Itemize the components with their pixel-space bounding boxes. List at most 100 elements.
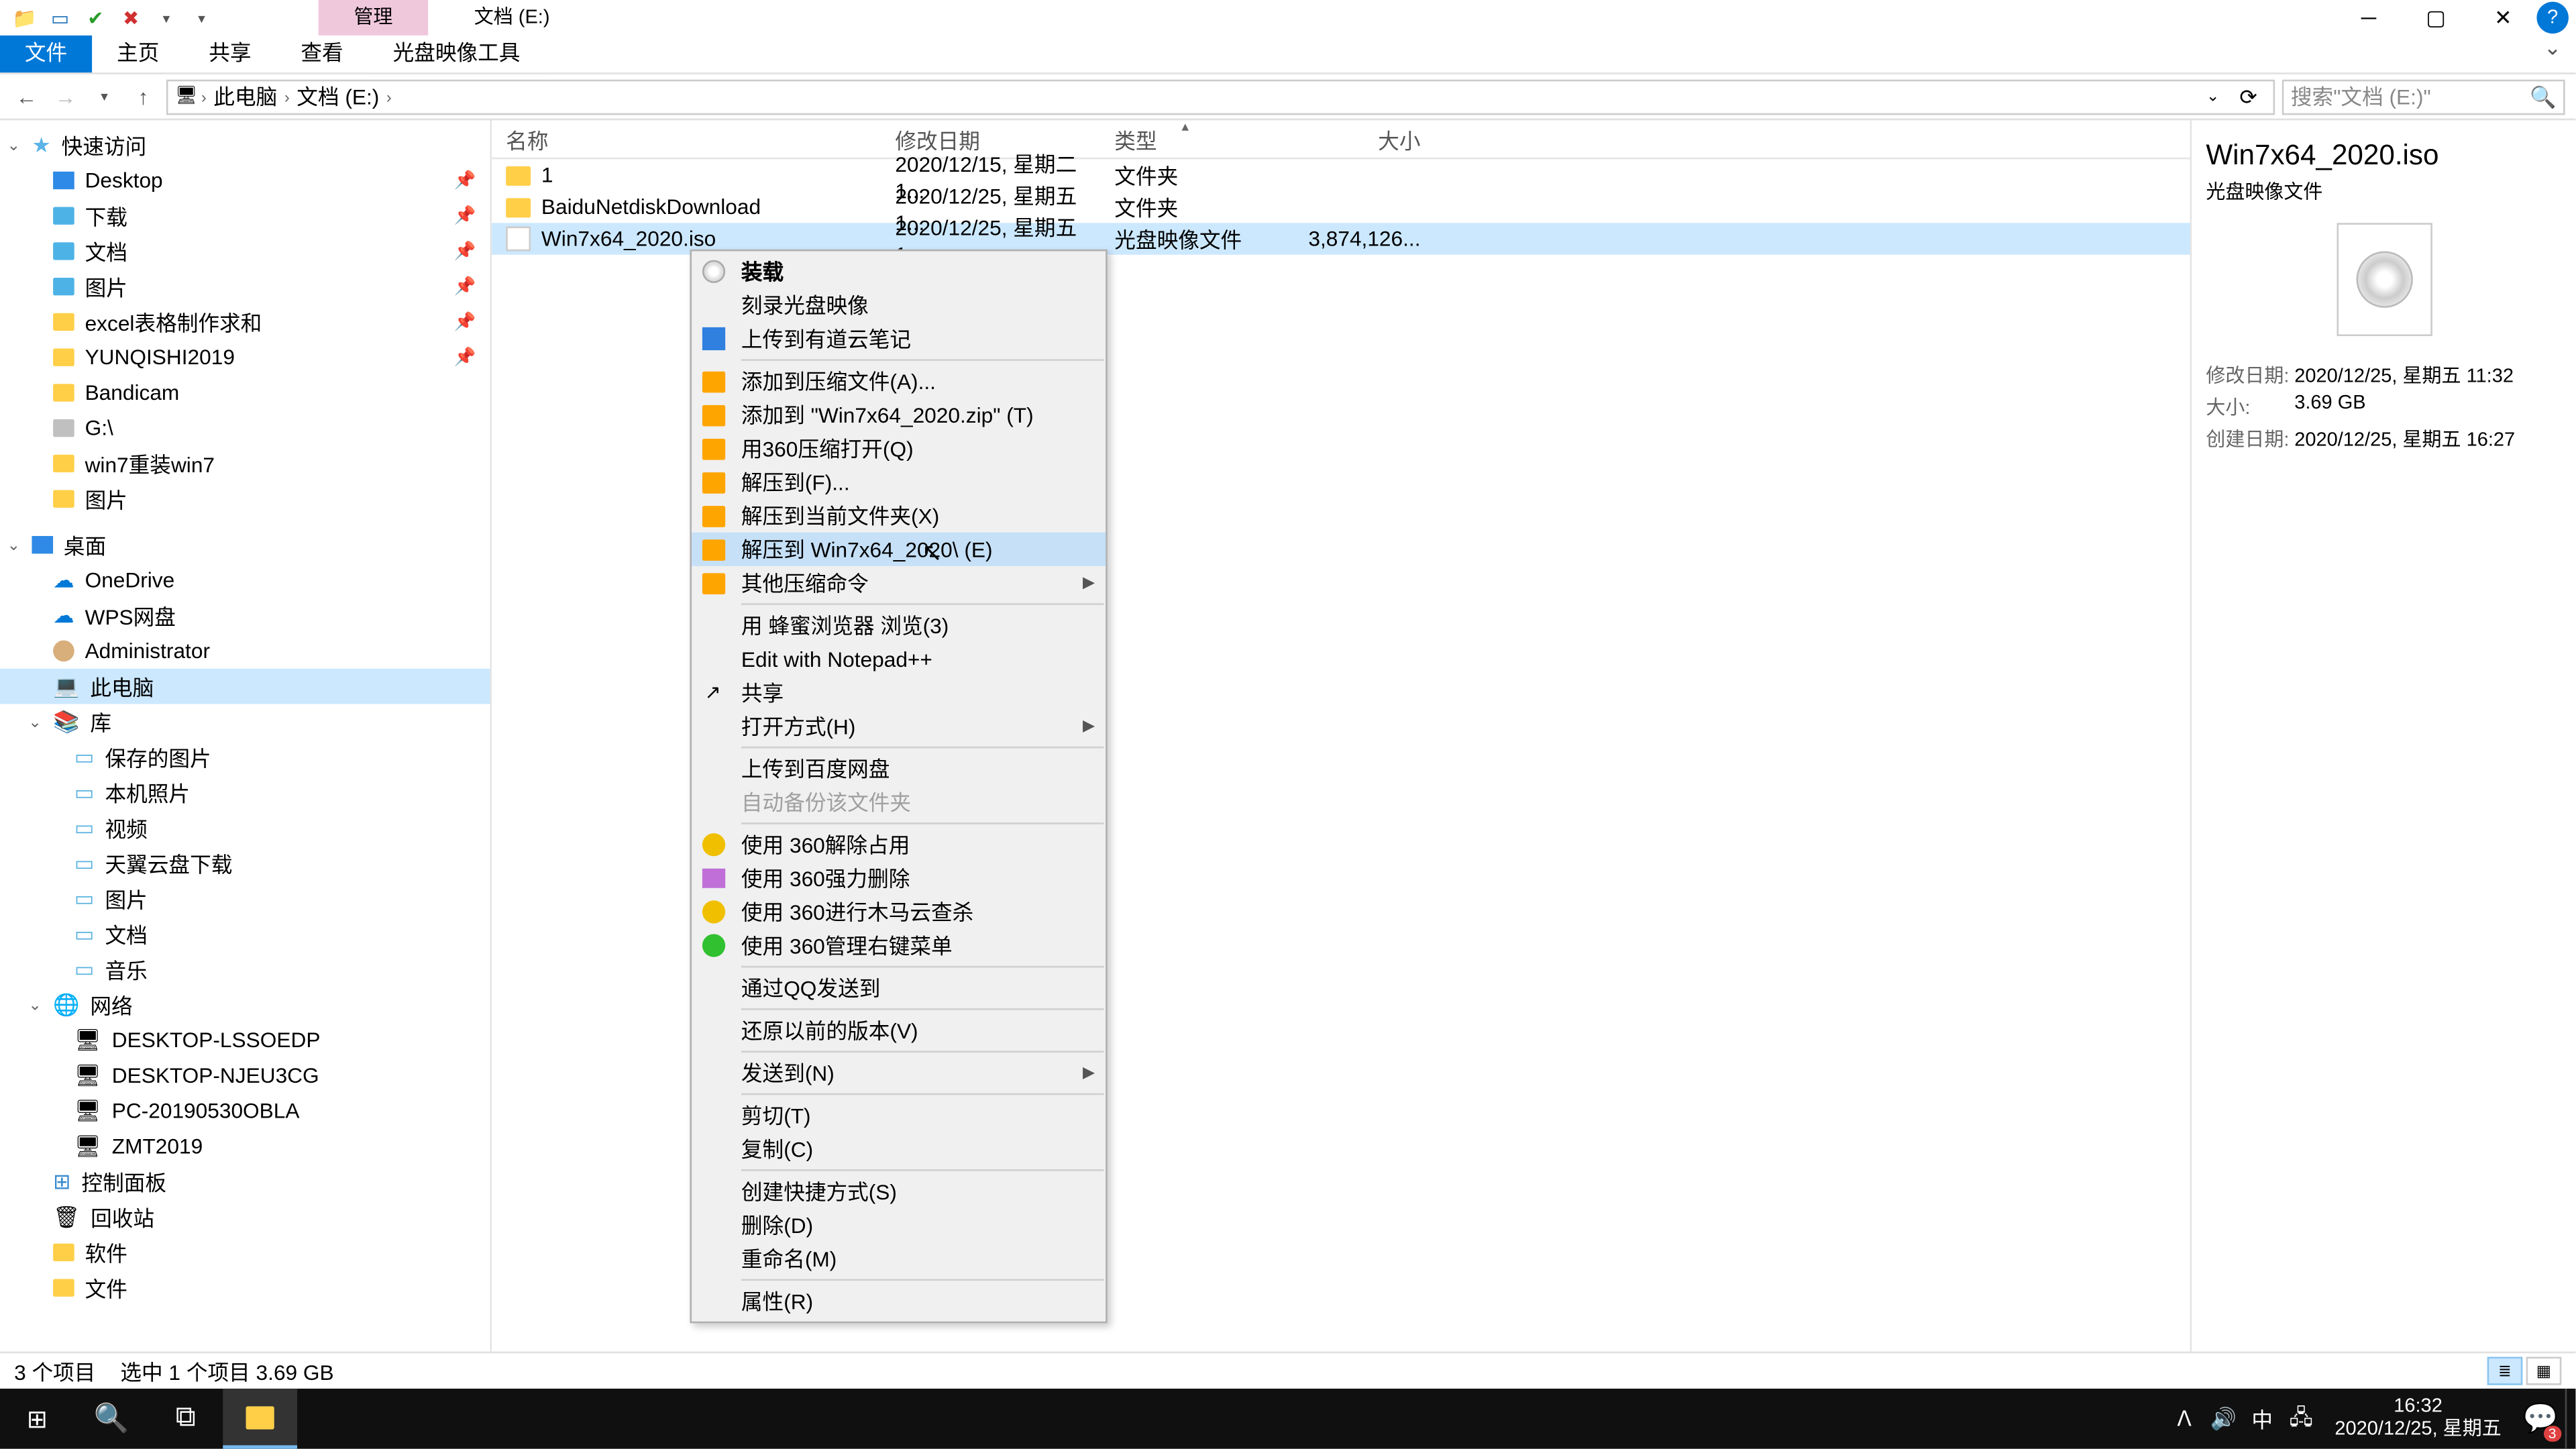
tree-this-pc[interactable]: 💻 此电脑 (0, 669, 490, 704)
ribbon-tab-home[interactable]: 主页 (92, 36, 184, 72)
chevron-right-icon[interactable]: › (284, 88, 290, 105)
volume-icon[interactable]: 🔊 (2204, 1389, 2243, 1449)
context-menu-item[interactable]: ↗共享 (692, 676, 1106, 709)
tree-item[interactable]: 🖥ZMT2019 (0, 1128, 490, 1164)
context-menu-item[interactable]: 使用 360进行木马云查杀 (692, 895, 1106, 928)
tree-desktop[interactable]: ⌄ 桌面 (0, 527, 490, 563)
chevron-down-icon[interactable]: ⌄ (7, 136, 21, 155)
taskbar-clock[interactable]: 16:32 2020/12/25, 星期五 (2320, 1396, 2516, 1442)
context-menu-item[interactable]: 解压到 Win7x64_2020\ (E) (692, 533, 1106, 566)
qat-check-icon[interactable]: ✔ (81, 3, 109, 32)
contextual-tab-manage[interactable]: 管理 (319, 0, 428, 36)
tree-item[interactable]: 🖥DESKTOP-NJEU3CG (0, 1058, 490, 1093)
tree-item[interactable]: 🖥PC-20190530OBLA (0, 1093, 490, 1129)
context-menu-item[interactable]: 用360压缩打开(Q) (692, 431, 1106, 465)
context-menu-item[interactable]: 发送到(N)▶ (692, 1056, 1106, 1089)
context-menu-item[interactable]: 重命名(M) (692, 1242, 1106, 1275)
context-menu-item[interactable]: 剪切(T) (692, 1099, 1106, 1132)
tree-network[interactable]: ⌄ 🌐 网络 (0, 987, 490, 1022)
context-menu-item[interactable]: 使用 360解除占用 (692, 828, 1106, 861)
tree-control-panel[interactable]: ⊞ 控制面板 (0, 1164, 490, 1199)
context-menu-item[interactable]: 装载 (692, 255, 1106, 288)
breadcrumb-bar[interactable]: 🖥 › 此电脑 › 文档 (E:) › ⌄ ⟳ (166, 78, 2275, 114)
show-desktop-button[interactable] (2565, 1389, 2576, 1449)
search-button[interactable]: 🔍 (74, 1389, 149, 1449)
ribbon-tab-disc-tools[interactable]: 光盘映像工具 (368, 36, 545, 72)
tree-item[interactable]: ☁WPS网盘 (0, 598, 490, 633)
context-menu-item[interactable]: 解压到当前文件夹(X) (692, 499, 1106, 533)
start-button[interactable]: ⊞ (0, 1389, 74, 1449)
context-menu-item[interactable]: 删除(D) (692, 1208, 1106, 1242)
tree-item[interactable]: win7重装win7 (0, 446, 490, 482)
context-menu-item[interactable]: 用 蜂蜜浏览器 浏览(3) (692, 608, 1106, 642)
file-row[interactable]: 12020/12/15, 星期二 1...文件夹 (492, 159, 2190, 191)
context-menu-item[interactable]: 创建快捷方式(S) (692, 1175, 1106, 1208)
ime-icon[interactable]: 中 (2243, 1389, 2282, 1449)
context-menu-item[interactable]: 使用 360强力删除 (692, 861, 1106, 895)
context-menu-item[interactable]: 使用 360管理右键菜单 (692, 928, 1106, 962)
chevron-down-icon[interactable]: ⌄ (28, 995, 42, 1014)
ribbon-tab-share[interactable]: 共享 (184, 36, 276, 72)
context-menu-item[interactable]: 还原以前的版本(V) (692, 1014, 1106, 1047)
chevron-down-icon[interactable]: ⌄ (7, 535, 21, 555)
network-tray-icon[interactable]: 🖧 (2282, 1389, 2320, 1449)
context-menu-item[interactable]: Edit with Notepad++ (692, 642, 1106, 676)
view-thumbnails-button[interactable]: ▦ (2526, 1357, 2562, 1385)
qat-overflow-icon[interactable]: ▾ (152, 3, 180, 32)
ribbon-expand-icon[interactable]: ⌄ (2530, 36, 2576, 72)
context-menu-item[interactable]: 其他压缩命令▶ (692, 566, 1106, 600)
context-menu-item[interactable]: 打开方式(H)▶ (692, 709, 1106, 743)
tree-files[interactable]: 文件 (0, 1270, 490, 1305)
address-dropdown-icon[interactable]: ⌄ (2196, 87, 2231, 106)
tree-item[interactable]: 图片 (0, 481, 490, 517)
search-input[interactable]: 搜索"文档 (E:)" 🔍 (2282, 78, 2565, 114)
column-header-size[interactable]: 大小 (1277, 120, 1436, 157)
file-row[interactable]: BaiduNetdiskDownload2020/12/25, 星期五 1...… (492, 191, 2190, 223)
tree-item[interactable]: ▭保存的图片 (0, 739, 490, 775)
tree-item[interactable]: YUNQISHI2019📌 (0, 339, 490, 375)
context-menu-item[interactable]: 上传到有道云笔记 (692, 322, 1106, 356)
tree-item[interactable]: 文档📌 (0, 233, 490, 269)
tree-libraries[interactable]: ⌄ 📚 库 (0, 704, 490, 740)
tree-item[interactable]: Administrator (0, 633, 490, 669)
tree-item[interactable]: 🖥DESKTOP-LSSOEDP (0, 1022, 490, 1058)
context-menu-item[interactable]: 属性(R) (692, 1284, 1106, 1318)
chevron-right-icon[interactable]: › (201, 88, 207, 105)
chevron-down-icon[interactable]: ⌄ (28, 712, 42, 731)
tree-item[interactable]: Bandicam (0, 375, 490, 411)
context-menu-item[interactable]: 复制(C) (692, 1132, 1106, 1166)
tree-item[interactable]: ▭视频 (0, 810, 490, 846)
tree-item[interactable]: G:\ (0, 411, 490, 446)
recent-dropdown[interactable]: ▾ (89, 80, 120, 112)
tree-item[interactable]: ▭音乐 (0, 952, 490, 987)
close-button[interactable]: ✕ (2469, 0, 2536, 36)
tree-item[interactable]: ▭文档 (0, 916, 490, 952)
breadcrumb-segment[interactable]: 此电脑 (210, 81, 281, 111)
maximize-button[interactable]: ▢ (2402, 0, 2469, 36)
task-view-button[interactable]: ⧉ (149, 1389, 223, 1449)
tree-item[interactable]: ▭本机照片 (0, 775, 490, 810)
tree-item[interactable]: excel表格制作求和📌 (0, 305, 490, 340)
qat-close-icon[interactable]: ✖ (117, 3, 145, 32)
tree-recycle-bin[interactable]: 🗑 回收站 (0, 1199, 490, 1235)
notification-center-icon[interactable]: 💬3 (2516, 1389, 2565, 1449)
context-menu-item[interactable]: 解压到(F)... (692, 466, 1106, 499)
qat-dropdown-icon[interactable]: ▾ (188, 3, 216, 32)
help-icon[interactable]: ? (2536, 2, 2568, 34)
ribbon-tab-file[interactable]: 文件 (0, 36, 92, 72)
context-menu-item[interactable]: 添加到压缩文件(A)... (692, 364, 1106, 398)
chevron-right-icon[interactable]: › (386, 88, 392, 105)
context-menu-item[interactable]: 通过QQ发送到 (692, 971, 1106, 1005)
tree-item[interactable]: ▭天翼云盘下载 (0, 845, 490, 881)
up-button[interactable]: ↑ (127, 80, 159, 112)
ribbon-tab-view[interactable]: 查看 (276, 36, 368, 72)
taskbar-explorer[interactable] (223, 1389, 297, 1449)
column-header-name[interactable]: 名称 (492, 120, 881, 157)
tree-item[interactable]: Desktop📌 (0, 163, 490, 199)
context-menu-item[interactable]: 刻录光盘映像 (692, 288, 1106, 322)
tree-software[interactable]: 软件 (0, 1235, 490, 1271)
breadcrumb-segment[interactable]: 文档 (E:) (293, 81, 383, 111)
back-button[interactable]: ← (11, 80, 42, 112)
qat-save-icon[interactable]: ▭ (46, 3, 74, 32)
tree-item[interactable]: ☁OneDrive (0, 563, 490, 598)
